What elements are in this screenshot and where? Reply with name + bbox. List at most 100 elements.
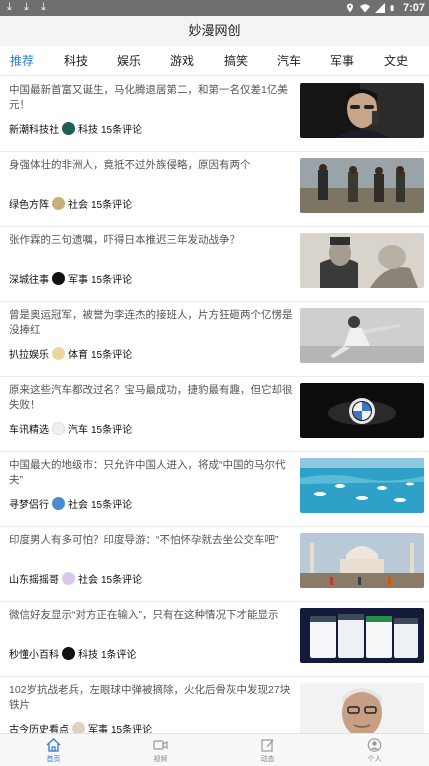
- news-headline[interactable]: 身强体壮的非洲人，竟抵不过外族侵略，原因有两个: [9, 158, 295, 173]
- nav-video[interactable]: 视频: [107, 734, 214, 766]
- news-meta: 秒懂小百科 科技 1条评论: [9, 646, 137, 661]
- download-icon: ⤓: [7, 1, 12, 13]
- source-avatar: [62, 646, 75, 660]
- news-source[interactable]: 古今历史看点: [9, 721, 69, 734]
- news-thumbnail[interactable]: [300, 83, 424, 138]
- news-headline[interactable]: 印度男人有多可怕？印度导游：“不怕怀孕就去坐公交车吧”: [9, 533, 295, 548]
- source-avatar: [52, 421, 65, 435]
- news-meta: 扒拉娱乐 体育 15条评论: [9, 346, 133, 361]
- tab-history[interactable]: 文史: [384, 46, 408, 76]
- tab-games[interactable]: 游戏: [170, 46, 194, 76]
- edit-icon: [261, 739, 274, 752]
- news-thumbnail[interactable]: [300, 158, 424, 213]
- news-headline[interactable]: 102岁抗战老兵，左眼球中弹被摘除，火化后骨灰中发现27块铁片: [9, 683, 295, 713]
- news-source[interactable]: 深城往事: [9, 271, 49, 286]
- news-headline[interactable]: 中国最新首富又诞生，马化腾退居第二，和第一名仅差1亿美元！: [9, 83, 295, 113]
- tab-entertainment[interactable]: 娱乐: [117, 46, 141, 76]
- location-icon: [346, 3, 353, 13]
- news-item[interactable]: 印度男人有多可怕？印度导游：“不怕怀孕就去坐公交车吧” 山东摇摇哥 社会 15条…: [0, 527, 429, 602]
- news-comments: 15条评论: [91, 199, 133, 211]
- nav-moments-label: 动态: [260, 756, 275, 763]
- nav-moments[interactable]: 动态: [214, 734, 321, 766]
- category-tabs: 推荐 科技 娱乐 游戏 搞笑 汽车 军事 文史: [0, 46, 429, 76]
- news-comments: 15条评论: [91, 349, 133, 361]
- user-icon: [367, 738, 382, 752]
- news-thumbnail[interactable]: [300, 308, 424, 363]
- news-comments: 15条评论: [111, 724, 153, 734]
- tab-recommend[interactable]: 推荐: [10, 46, 34, 76]
- news-category: 军事: [88, 724, 108, 734]
- source-avatar: [52, 271, 65, 285]
- source-avatar: [52, 196, 65, 210]
- news-comments: 1条评论: [101, 649, 137, 661]
- tab-tech[interactable]: 科技: [64, 46, 88, 76]
- source-avatar: [52, 346, 65, 360]
- news-category: 科技: [78, 124, 98, 136]
- news-source[interactable]: 车讯精选: [9, 421, 49, 436]
- news-item[interactable]: 曾是奥运冠军，被誉为李连杰的接班人，片方狂砸两个亿愣是没捧红 扒拉娱乐 体育 1…: [0, 302, 429, 377]
- martial-arts-photo: [300, 308, 424, 363]
- taj-mahal-photo: [300, 533, 424, 588]
- signal-icon: [374, 3, 385, 13]
- news-category: 汽车: [68, 424, 88, 436]
- news-comments: 15条评论: [91, 274, 133, 286]
- news-thumbnail[interactable]: [300, 383, 424, 438]
- news-item[interactable]: 中国最新首富又诞生，马化腾退居第二，和第一名仅差1亿美元！ 新潮科技社 科技 1…: [0, 77, 429, 152]
- bottom-nav: 首页 视频 动态 个人: [0, 733, 429, 766]
- phones-screenshot: [300, 608, 424, 663]
- news-meta: 车讯精选 汽车 15条评论: [9, 421, 132, 436]
- news-source[interactable]: 扒拉娱乐: [9, 346, 49, 361]
- tab-cars[interactable]: 汽车: [277, 46, 301, 76]
- app-title: 妙漫网创: [0, 16, 429, 46]
- source-avatar: [62, 121, 75, 135]
- nav-home-label: 首页: [46, 756, 61, 763]
- source-avatar: [62, 571, 75, 585]
- tab-funny[interactable]: 搞笑: [224, 46, 248, 76]
- veteran-portrait: [300, 683, 424, 733]
- news-item[interactable]: 102岁抗战老兵，左眼球中弹被摘除，火化后骨灰中发现27块铁片 古今历史看点 军…: [0, 677, 429, 733]
- news-thumbnail[interactable]: [300, 458, 424, 513]
- nav-home[interactable]: 首页: [0, 734, 107, 766]
- news-source[interactable]: 秒懂小百科: [9, 646, 59, 661]
- news-headline[interactable]: 原来这些汽车都改过名？宝马最成功，捷豹最有趣，但它却很失败！: [9, 383, 295, 413]
- news-meta: 古今历史看点 军事 15条评论: [9, 721, 152, 733]
- news-thumbnail[interactable]: [300, 608, 424, 663]
- source-avatar: [72, 721, 85, 733]
- portrait-photo: [300, 83, 424, 138]
- news-source[interactable]: 寻梦侣行: [9, 496, 49, 511]
- status-time: 7:07: [402, 2, 425, 14]
- news-thumbnail[interactable]: [300, 683, 424, 733]
- news-item[interactable]: 张作霖的三句遗嘱，吓得日本推迟三年发动战争？ 深城往事 军事 15条评论: [0, 227, 429, 302]
- news-source[interactable]: 山东摇摇哥: [9, 571, 59, 586]
- news-meta: 寻梦侣行 社会 15条评论: [9, 496, 133, 511]
- news-headline[interactable]: 微信好友显示“对方正在输入”，只有在这种情况下才能显示: [9, 608, 295, 623]
- news-meta: 绿色方阵 社会 15条评论: [9, 196, 133, 211]
- download-icon: ⤓: [24, 1, 29, 13]
- news-thumbnail[interactable]: [300, 533, 424, 588]
- tab-military[interactable]: 军事: [330, 46, 354, 76]
- news-category: 科技: [78, 649, 98, 661]
- status-bar: ⤓ ⤓ ⤓ 7:07: [0, 0, 429, 16]
- news-source[interactable]: 绿色方阵: [9, 196, 49, 211]
- news-meta: 深城往事 军事 15条评论: [9, 271, 133, 286]
- news-source[interactable]: 新潮科技社: [9, 121, 59, 136]
- nav-profile-label: 个人: [367, 756, 382, 763]
- wifi-icon: [359, 4, 370, 13]
- news-headline[interactable]: 中国最大的地级市：只允许中国人进入，将成“中国的马尔代夫”: [9, 458, 295, 488]
- news-item[interactable]: 身强体壮的非洲人，竟抵不过外族侵略，原因有两个 绿色方阵 社会 15条评论: [0, 152, 429, 227]
- news-comments: 15条评论: [91, 499, 133, 511]
- news-category: 军事: [68, 274, 88, 286]
- news-item[interactable]: 中国最大的地级市：只允许中国人进入，将成“中国的马尔代夫” 寻梦侣行 社会 15…: [0, 452, 429, 527]
- news-category: 社会: [78, 574, 98, 586]
- nav-profile[interactable]: 个人: [321, 734, 428, 766]
- news-headline[interactable]: 张作霖的三句遗嘱，吓得日本推迟三年发动战争？: [9, 233, 295, 248]
- news-meta: 新潮科技社 科技 15条评论: [9, 121, 143, 136]
- news-item[interactable]: 微信好友显示“对方正在输入”，只有在这种情况下才能显示 秒懂小百科 科技 1条评…: [0, 602, 429, 677]
- news-item[interactable]: 原来这些汽车都改过名？宝马最成功，捷豹最有趣，但它却很失败！ 车讯精选 汽车 1…: [0, 377, 429, 452]
- news-headline[interactable]: 曾是奥运冠军，被誉为李连杰的接班人，片方狂砸两个亿愣是没捧红: [9, 308, 295, 338]
- sea-boats-photo: [300, 458, 424, 513]
- news-comments: 15条评论: [101, 124, 143, 136]
- news-feed: 中国最新首富又诞生，马化腾退居第二，和第一名仅差1亿美元！ 新潮科技社 科技 1…: [0, 77, 429, 733]
- battery-icon: [390, 5, 394, 11]
- news-thumbnail[interactable]: [300, 233, 424, 288]
